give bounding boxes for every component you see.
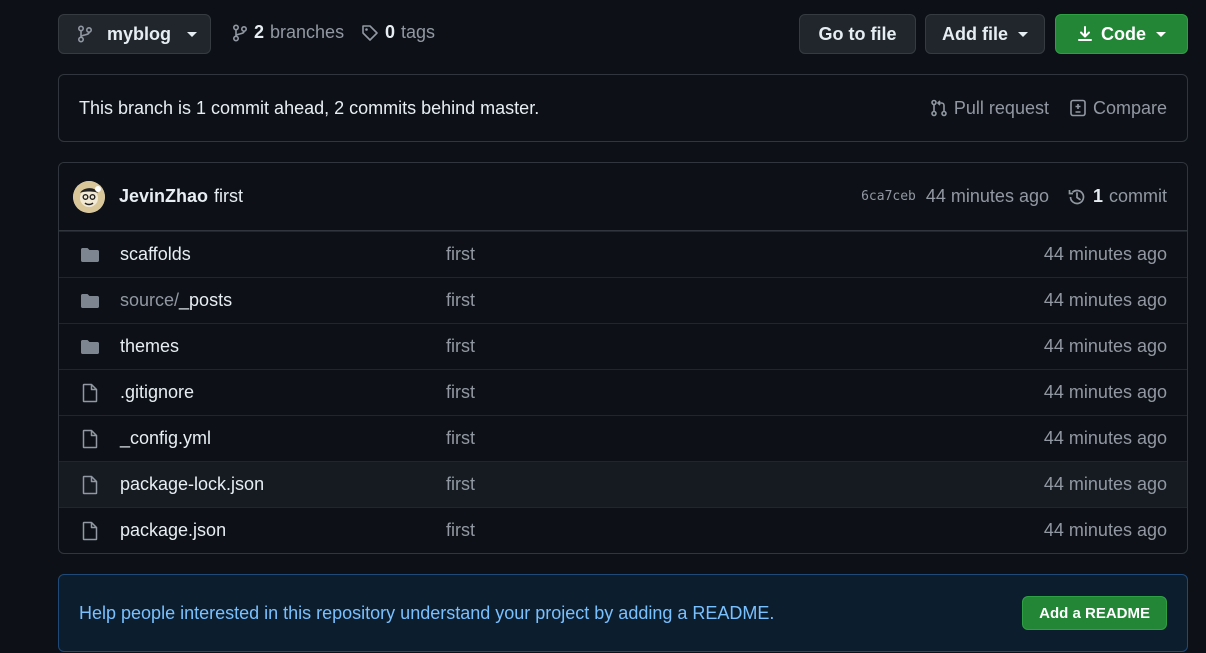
tags-label: tags: [401, 22, 436, 42]
file-commit-age: 44 minutes ago: [1043, 428, 1167, 448]
file-commit-age: 44 minutes ago: [1043, 336, 1167, 356]
file-commit-age: 44 minutes ago: [1043, 290, 1167, 310]
compare-icon: [1070, 99, 1086, 117]
file-name[interactable]: source/_posts: [120, 290, 446, 311]
branches-label: branches: [270, 22, 345, 42]
branch-icon: [232, 23, 248, 42]
chevron-down-icon: [1018, 31, 1028, 37]
file-commit-age: 44 minutes ago: [1043, 382, 1167, 402]
branch-status-bar: This branch is 1 commit ahead, 2 commits…: [58, 74, 1188, 142]
commit-author[interactable]: JevinZhao: [119, 186, 208, 207]
branches-link[interactable]: 2 branches: [232, 22, 344, 43]
folder-icon: [79, 247, 101, 263]
file-commit-message[interactable]: first: [446, 474, 1044, 495]
compare-label: Compare: [1092, 97, 1167, 118]
file-commit-age: 44 minutes ago: [1043, 474, 1167, 494]
file-row[interactable]: package.json first 44 minutes ago: [59, 507, 1187, 553]
branch-selector-button[interactable]: myblog: [58, 14, 211, 54]
tags-link[interactable]: 0 tags: [361, 22, 435, 43]
readme-banner-text: Help people interested in this repositor…: [79, 602, 775, 623]
tag-icon: [362, 24, 378, 41]
file-commit-message[interactable]: first: [446, 336, 1044, 357]
file-commit-age: 44 minutes ago: [1043, 244, 1167, 264]
folder-icon: [79, 293, 101, 309]
commit-history-link[interactable]: 1 commit: [1067, 186, 1167, 207]
file-name[interactable]: themes: [120, 336, 446, 357]
commit-sha[interactable]: 6ca7ceb: [861, 189, 916, 204]
file-row[interactable]: scaffolds first 44 minutes ago: [59, 231, 1187, 277]
file-icon: [79, 383, 101, 403]
branches-count: 2: [254, 22, 265, 42]
file-commit-age: 44 minutes ago: [1043, 520, 1167, 540]
file-row[interactable]: _config.yml first 44 minutes ago: [59, 415, 1187, 461]
readme-banner: Help people interested in this repositor…: [58, 574, 1188, 652]
file-row[interactable]: package-lock.json first 44 minutes ago: [59, 461, 1187, 507]
branch-name: myblog: [107, 23, 172, 44]
download-icon: [1078, 26, 1092, 41]
file-row[interactable]: source/_posts first 44 minutes ago: [59, 277, 1187, 323]
file-name[interactable]: .gitignore: [120, 382, 446, 403]
code-label: Code: [1101, 23, 1146, 44]
history-icon: [1068, 189, 1085, 204]
commit-count: 1: [1092, 186, 1103, 206]
file-name[interactable]: _config.yml: [120, 428, 446, 449]
branch-status-text: This branch is 1 commit ahead, 2 commits…: [79, 97, 540, 118]
file-name[interactable]: scaffolds: [120, 244, 446, 265]
file-commit-message[interactable]: first: [446, 290, 1044, 311]
commit-age: 44 minutes ago: [925, 186, 1049, 206]
file-commit-message[interactable]: first: [446, 244, 1044, 265]
file-icon: [79, 521, 101, 541]
pull-request-label: Pull request: [953, 97, 1049, 118]
code-button[interactable]: Code: [1055, 14, 1188, 54]
avatar[interactable]: [73, 180, 105, 213]
pull-request-link[interactable]: Pull request: [930, 98, 1049, 119]
go-to-file-label: Go to file: [818, 23, 897, 44]
commit-count-label: commit: [1109, 186, 1167, 206]
add-file-label: Add file: [942, 23, 1008, 44]
file-row[interactable]: themes first 44 minutes ago: [59, 323, 1187, 369]
latest-commit-bar: JevinZhao first 6ca7ceb 44 minutes ago 1…: [59, 163, 1187, 231]
add-file-button[interactable]: Add file: [925, 14, 1045, 54]
folder-icon: [79, 339, 101, 355]
file-row[interactable]: .gitignore first 44 minutes ago: [59, 369, 1187, 415]
go-to-file-button[interactable]: Go to file: [799, 14, 916, 54]
file-icon: [79, 475, 101, 495]
file-name[interactable]: package.json: [120, 520, 446, 541]
branch-icon: [77, 25, 93, 43]
file-icon: [79, 429, 101, 449]
file-commit-message[interactable]: first: [446, 382, 1044, 403]
pull-request-icon: [931, 99, 947, 117]
commit-message[interactable]: first: [214, 186, 243, 207]
chevron-down-icon: [187, 31, 198, 37]
compare-link[interactable]: Compare: [1069, 98, 1167, 119]
file-commit-message[interactable]: first: [446, 520, 1044, 541]
file-browser: JevinZhao first 6ca7ceb 44 minutes ago 1…: [58, 162, 1188, 554]
add-readme-button[interactable]: Add a README: [1022, 596, 1167, 630]
chevron-down-icon: [1156, 31, 1166, 37]
file-name[interactable]: package-lock.json: [120, 474, 446, 495]
file-commit-message[interactable]: first: [446, 428, 1044, 449]
tags-count: 0: [385, 22, 396, 42]
